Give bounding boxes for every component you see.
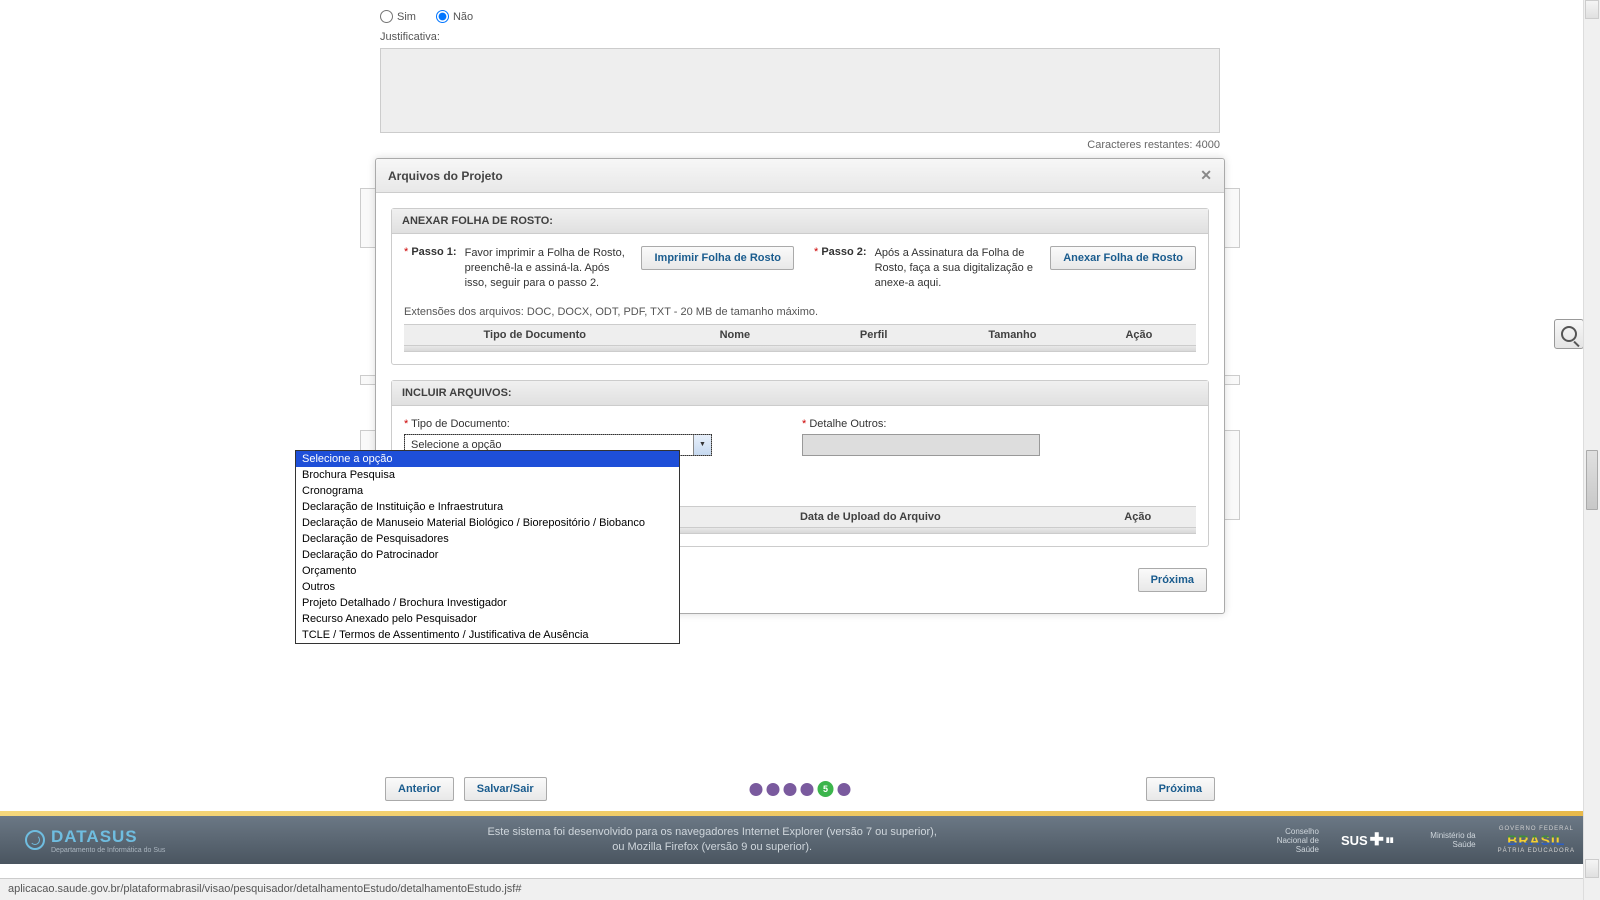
dropdown-option[interactable]: Declaração de Manuseio Material Biológic… (296, 515, 679, 531)
char-counter: Caracteres restantes: 4000 (380, 139, 1220, 151)
dropdown-option[interactable]: Brochura Pesquisa (296, 467, 679, 483)
step2-label: Passo 2: (821, 246, 866, 258)
cns-label: Conselho Nacional de Saúde (1259, 827, 1319, 854)
salvar-button[interactable]: Salvar/Sair (464, 777, 547, 801)
dropdown-option[interactable]: Declaração de Pesquisadores (296, 531, 679, 547)
close-icon[interactable]: ✕ (1200, 167, 1212, 184)
step-dot-active[interactable]: 5 (818, 781, 834, 797)
step-indicator: 5 (750, 781, 851, 797)
extensions-note: Extensões dos arquivos: DOC, DOCX, ODT, … (404, 306, 1196, 318)
panel-incluir-header: INCLUIR ARQUIVOS: (392, 381, 1208, 406)
step-dot[interactable] (838, 783, 851, 796)
step1-desc: Favor imprimir a Folha de Rosto, preench… (465, 246, 634, 291)
dropdown-option[interactable]: Outros (296, 579, 679, 595)
vertical-scrollbar[interactable] (1583, 0, 1600, 900)
chevron-down-icon: ▼ (693, 435, 711, 455)
scroll-thumb[interactable] (1586, 450, 1598, 510)
anterior-button[interactable]: Anterior (385, 777, 454, 801)
sus-logo: SUS✚▮▮ (1341, 830, 1394, 850)
proxima-main-button[interactable]: Próxima (1146, 777, 1215, 801)
ms-label: Ministério da Saúde (1416, 831, 1476, 849)
dropdown-option[interactable]: Projeto Detalhado / Brochura Investigado… (296, 595, 679, 611)
modal-proxima-button[interactable]: Próxima (1138, 568, 1207, 592)
step-dot[interactable] (750, 783, 763, 796)
justification-section: Sim Não Justificativa: Caracteres restan… (360, 0, 1240, 161)
dropdown-option[interactable]: Cronograma (296, 483, 679, 499)
magnify-icon (1561, 326, 1577, 342)
datasus-icon (25, 830, 45, 850)
step-dot[interactable] (767, 783, 780, 796)
footer-text-1: Este sistema foi desenvolvido para os na… (487, 825, 936, 840)
radio-sim[interactable]: Sim (380, 10, 416, 23)
zoom-button[interactable] (1554, 319, 1584, 349)
step-dot[interactable] (801, 783, 814, 796)
dropdown-option[interactable]: Selecione a opção (296, 451, 679, 467)
table-empty-row (404, 346, 1196, 352)
step1-label: Passo 1: (411, 246, 456, 258)
dropdown-option[interactable]: Declaração do Patrocinador (296, 547, 679, 563)
tipo-documento-dropdown[interactable]: Selecione a opção Brochura Pesquisa Cron… (295, 450, 680, 644)
step-dot[interactable] (784, 783, 797, 796)
dropdown-option[interactable]: Recurso Anexado pelo Pesquisador (296, 611, 679, 627)
dropdown-option[interactable]: Declaração de Instituição e Infraestrutu… (296, 499, 679, 515)
justify-textarea[interactable] (380, 48, 1220, 133)
justify-label: Justificativa: (380, 31, 1220, 43)
modal-title: Arquivos do Projeto (388, 169, 503, 183)
dropdown-option[interactable]: Orçamento (296, 563, 679, 579)
page-footer: DATASUS Departamento de Informática do S… (0, 816, 1600, 864)
radio-nao[interactable]: Não (436, 10, 473, 23)
detalhe-outros-input[interactable] (802, 434, 1040, 456)
print-folha-button[interactable]: Imprimir Folha de Rosto (641, 246, 794, 270)
detalhe-label: Detalhe Outros: (809, 418, 886, 430)
footer-text-2: ou Mozilla Firefox (versão 9 ou superior… (487, 840, 936, 855)
panel-anexar-header: ANEXAR FOLHA DE ROSTO: (392, 209, 1208, 234)
tipo-doc-label: Tipo de Documento: (411, 418, 510, 430)
browser-status-bar: aplicacao.saude.gov.br/plataformabrasil/… (0, 878, 1600, 900)
brasil-logo: GOVERNO FEDERAL BRASIL PÁTRIA EDUCADORA (1498, 826, 1575, 854)
step2-desc: Após a Assinatura da Folha de Rosto, faç… (875, 246, 1043, 291)
datasus-logo: DATASUS Departamento de Informática do S… (25, 827, 165, 854)
dropdown-option[interactable]: TCLE / Termos de Assentimento / Justific… (296, 627, 679, 643)
docs-table-header: Tipo de Documento Nome Perfil Tamanho Aç… (404, 324, 1196, 346)
attach-folha-button[interactable]: Anexar Folha de Rosto (1050, 246, 1196, 270)
